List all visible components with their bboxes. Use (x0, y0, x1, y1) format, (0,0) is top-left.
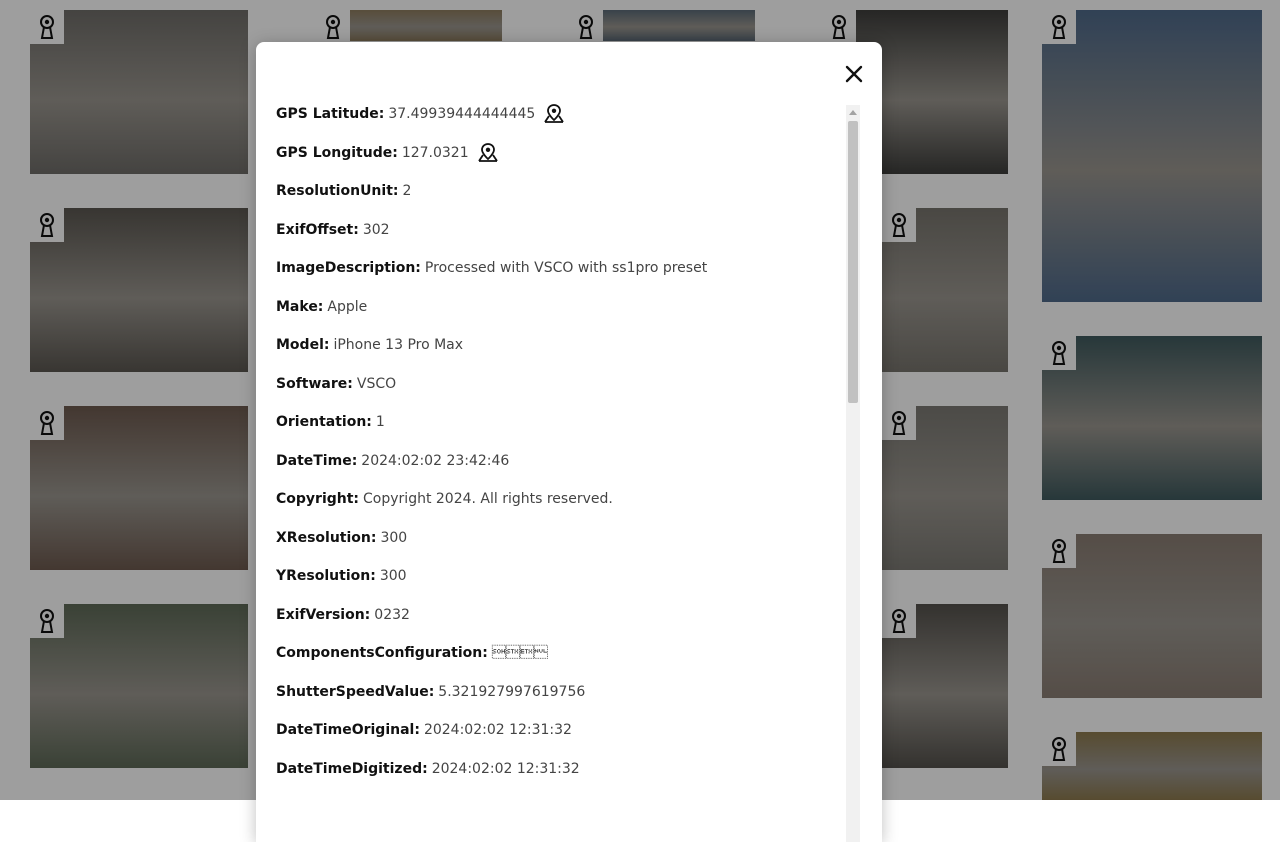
exif-value: 5.321927997619756 (438, 683, 586, 700)
exif-row: Copyright: Copyright 2024. All rights res… (276, 487, 842, 526)
scroll-up-arrow-icon[interactable] (846, 105, 860, 119)
exif-key: XResolution: (276, 529, 377, 546)
exif-value: 1 (375, 414, 385, 430)
exif-key: ExifVersion: (276, 606, 371, 623)
exif-row: GPS Latitude: 37.49939444444445 (276, 102, 842, 141)
exif-value: 302 (362, 221, 390, 238)
close-icon[interactable] (842, 62, 866, 86)
exif-row: YResolution: 300 (276, 564, 842, 603)
exif-row: Make: Apple (276, 295, 842, 334)
exif-value: 2024:02:02 12:31:32 (423, 722, 572, 738)
exif-row: DateTime: 2024:02:02 23:42:46 (276, 449, 842, 488)
exif-value: 2 (402, 183, 412, 199)
exif-value:   (491, 645, 548, 661)
exif-value: 300 (379, 568, 407, 584)
exif-row: Orientation: 1 (276, 410, 842, 449)
exif-key: YResolution: (276, 568, 376, 584)
exif-row: ResolutionUnit: 2 (276, 179, 842, 218)
exif-row: XResolution: 300 (276, 526, 842, 565)
exif-row: ComponentsConfiguration:   (276, 641, 842, 680)
exif-row: Software: VSCO (276, 372, 842, 411)
exif-row: GPS Longitude: 127.0321 (276, 141, 842, 180)
exif-value: VSCO (356, 375, 397, 392)
exif-value: Apple (327, 298, 368, 315)
exif-value: 2024:02:02 12:31:32 (431, 760, 580, 777)
exif-row: DateTimeOriginal: 2024:02:02 12:31:32 (276, 718, 842, 757)
exif-row: ExifOffset: 302 (276, 218, 842, 257)
exif-key: GPS Longitude: (276, 144, 398, 161)
exif-row: ShutterSpeedValue: 5.321927997619756 (276, 680, 842, 719)
exif-value: Copyright 2024. All rights reserved. (363, 491, 613, 507)
exif-key: Make: (276, 298, 324, 315)
exif-key: ResolutionUnit: (276, 183, 399, 199)
exif-key: DateTime: (276, 452, 358, 469)
exif-key: ShutterSpeedValue: (276, 683, 435, 700)
exif-key: Model: (276, 337, 330, 353)
exif-value: 37.49939444444445 (388, 106, 536, 122)
exif-key: GPS Latitude: (276, 106, 385, 122)
exif-key: ComponentsConfiguration: (276, 645, 488, 661)
exif-key: Software: (276, 375, 353, 392)
scrollbar-thumb[interactable] (848, 121, 858, 403)
exif-row: Model: iPhone 13 Pro Max (276, 333, 842, 372)
exif-key: Orientation: (276, 414, 372, 430)
exif-row: ExifVersion: 0232 (276, 603, 842, 642)
exif-list[interactable]: GPS Latitude: 37.49939444444445 GPS Longit… (276, 102, 842, 842)
exif-value: 2024:02:02 23:42:46 (361, 452, 510, 469)
exif-row: DateTimeDigitized: 2024:02:02 12:31:32 (276, 757, 842, 796)
scrollbar[interactable] (846, 105, 860, 842)
exif-value: 300 (380, 529, 408, 546)
exif-key: DateTimeOriginal: (276, 722, 420, 738)
exif-key: DateTimeDigitized: (276, 760, 428, 777)
exif-key: ExifOffset: (276, 221, 359, 238)
exif-value: iPhone 13 Pro Max (333, 337, 464, 353)
exif-key: ImageDescription: (276, 260, 421, 276)
map-pin-icon[interactable] (543, 103, 565, 131)
map-pin-icon[interactable] (477, 142, 499, 170)
exif-modal: GPS Latitude: 37.49939444444445 GPS Longit… (256, 42, 882, 842)
exif-value: Processed with VSCO with ss1pro preset (424, 260, 708, 276)
exif-row: ImageDescription: Processed with VSCO wit… (276, 256, 842, 295)
exif-value: 0232 (374, 606, 410, 623)
exif-key: Copyright: (276, 491, 360, 507)
exif-value: 127.0321 (401, 144, 469, 161)
